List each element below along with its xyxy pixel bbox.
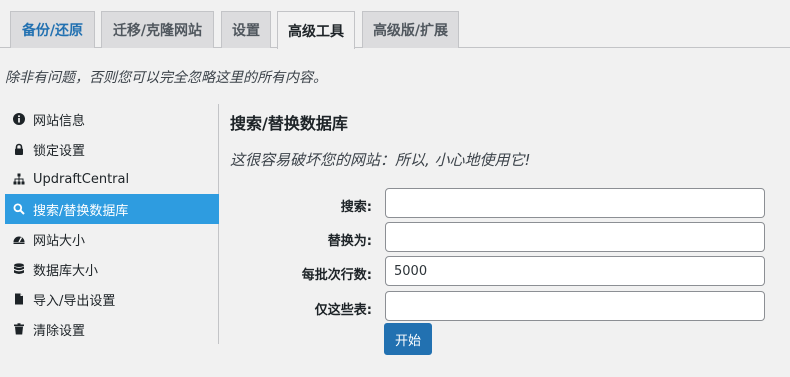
tab-premium-extensions[interactable]: 高级版/扩展 — [362, 11, 459, 48]
search-icon — [13, 203, 25, 215]
tab-backup-restore[interactable]: 备份/还原 — [10, 11, 95, 48]
sidebar-item-label: 网站信息 — [33, 113, 86, 129]
sidebar-item-updraftcentral[interactable]: UpdraftCentral — [5, 164, 219, 194]
lock-icon — [13, 143, 25, 155]
tab-migrate-clone[interactable]: 迁移/克隆网站 — [101, 11, 214, 48]
sidebar-item-label: 搜索/替换数据库 — [33, 203, 129, 219]
trash-icon — [13, 323, 25, 335]
rows-per-batch-input[interactable] — [385, 256, 765, 286]
sidebar-item-site-info[interactable]: 网站信息 — [5, 104, 219, 134]
warning-text: 这很容易破坏您的网站：所以, 小心地使用它! — [230, 151, 531, 169]
nav-tabs: 备份/还原 迁移/克隆网站 设置 高级工具 高级版/扩展 — [0, 0, 790, 49]
tab-advanced-tools[interactable]: 高级工具 — [277, 11, 355, 49]
tables-only-label: 仅这些表: — [314, 303, 372, 318]
rows-per-batch-label: 每批次行数: — [301, 268, 372, 283]
replace-input[interactable] — [385, 222, 765, 252]
file-icon — [13, 293, 25, 305]
sidebar-item-label: 数据库大小 — [33, 263, 99, 279]
page-title: 搜索/替换数据库 — [230, 114, 348, 133]
sidebar-item-site-size[interactable]: 网站大小 — [5, 224, 219, 254]
sidebar-item-wipe-settings[interactable]: 清除设置 — [5, 314, 219, 344]
sidebar-item-label: 锁定设置 — [33, 143, 86, 159]
sidebar-item-label: 清除设置 — [33, 323, 86, 339]
sidebar-item-import-export[interactable]: 导入/导出设置 — [5, 284, 219, 314]
search-label: 搜索: — [340, 200, 372, 215]
sidebar-item-label: UpdraftCentral — [33, 171, 130, 187]
advanced-tools-sidebar: 网站信息 锁定设置 UpdraftCentral 搜索/替换数据库 网站大小 数… — [5, 104, 219, 344]
sidebar-item-database-size[interactable]: 数据库大小 — [5, 254, 219, 284]
sidebar-item-lock-settings[interactable]: 锁定设置 — [5, 134, 219, 164]
replace-label: 替换为: — [327, 234, 372, 249]
sidebar-item-label: 网站大小 — [33, 233, 86, 249]
sidebar-item-label: 导入/导出设置 — [33, 293, 116, 309]
sitemap-icon — [13, 173, 25, 185]
sidebar-item-search-replace[interactable]: 搜索/替换数据库 — [5, 194, 219, 224]
tab-settings[interactable]: 设置 — [221, 11, 271, 48]
database-icon — [13, 263, 25, 275]
dashboard-icon — [13, 233, 25, 245]
search-input[interactable] — [385, 188, 765, 218]
info-icon — [13, 113, 25, 125]
intro-text: 除非有问题，否则您可以完全忽略这里的所有内容。 — [5, 70, 327, 86]
tables-only-input[interactable] — [385, 291, 765, 321]
start-button[interactable]: 开始 — [384, 323, 432, 355]
